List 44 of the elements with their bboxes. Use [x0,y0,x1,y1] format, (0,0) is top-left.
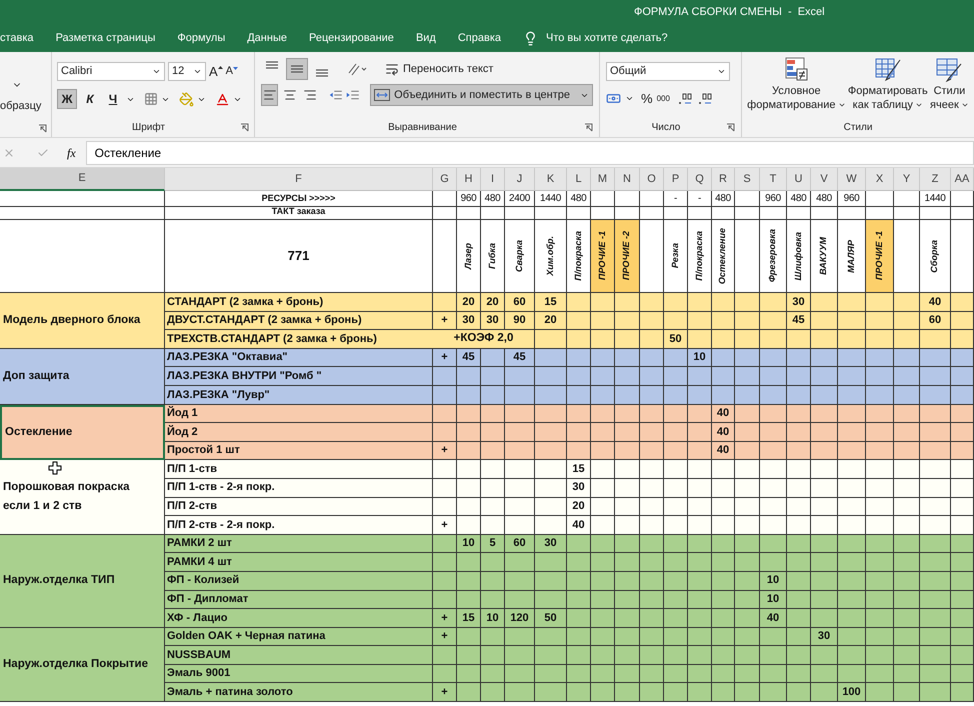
table-cell: Эмаль + патина золото [165,683,433,702]
ribbon-tab[interactable]: Справка [458,30,501,46]
group-label[interactable]: Остекление [0,404,165,460]
percent-button[interactable]: % [641,89,653,108]
styles-button[interactable]: Условное форматирование [747,84,846,112]
ribbon-tab[interactable]: Вид [416,30,436,46]
insert-function-button[interactable]: fx [67,144,76,162]
ribbon-tab[interactable]: ставка [0,30,34,46]
table-cell: + [433,683,457,702]
font-style-button[interactable]: Ч [103,89,123,109]
wrap-text-button[interactable]: Переносить текст [381,59,498,79]
styles-button[interactable]: Стили ячеек [930,84,969,112]
number-format-dropdown[interactable]: Общий [606,62,730,81]
styles-button[interactable]: Форматировать как таблицу [848,84,928,112]
ribbon-tab[interactable]: Разметка страницы [56,30,156,46]
group-label[interactable]: Порошковая покраска если 1 и 2 ств [0,460,165,535]
table-cell: 100 [838,683,866,702]
font-name-dropdown[interactable]: Calibri [57,62,165,81]
merge-center-button[interactable]: Объединить и поместить в центре [370,84,594,106]
group-label: Стили [842,121,874,135]
group-label: Выравнивание [387,121,458,135]
format-painter-button[interactable]: образцу [0,98,51,114]
ribbon-tab[interactable]: Формулы [177,30,226,46]
group-label[interactable]: Наруж.отделка Покрытие [0,628,165,702]
column-header: ПРОЧИЕ -1 [591,220,615,293]
column-header[interactable]: E [0,168,165,191]
formula-field[interactable]: Остекление [86,140,974,164]
column-header: ПРОЧИЕ -2 [615,220,640,293]
group-label[interactable]: Доп защита [0,348,165,405]
group-label[interactable]: Модель дверного блока [0,293,165,349]
tell-me-field[interactable]: Что вы хотите сделать? [546,30,716,46]
column-header: ПРОЧИЕ -1 [866,220,894,293]
thousands-button[interactable]: 000 [656,92,670,105]
window-title: ФОРМУЛА СБОРКИ СМЕНЫ - Excel [634,4,825,20]
font-size-dropdown[interactable]: 12 [168,62,206,81]
grow-font-button[interactable]: A [209,65,223,78]
font-style-button[interactable]: К [80,89,100,109]
shrink-font-button[interactable]: A [226,66,238,77]
group-label: Шрифт [131,121,166,135]
font-style-button[interactable]: Ж [57,89,77,109]
ribbon-tab[interactable]: Данные [247,30,287,46]
ribbon-tab[interactable]: Рецензирование [308,30,394,46]
group-label[interactable]: Наруж.отделка ТИП [0,534,165,628]
group-label: Число [650,121,682,135]
